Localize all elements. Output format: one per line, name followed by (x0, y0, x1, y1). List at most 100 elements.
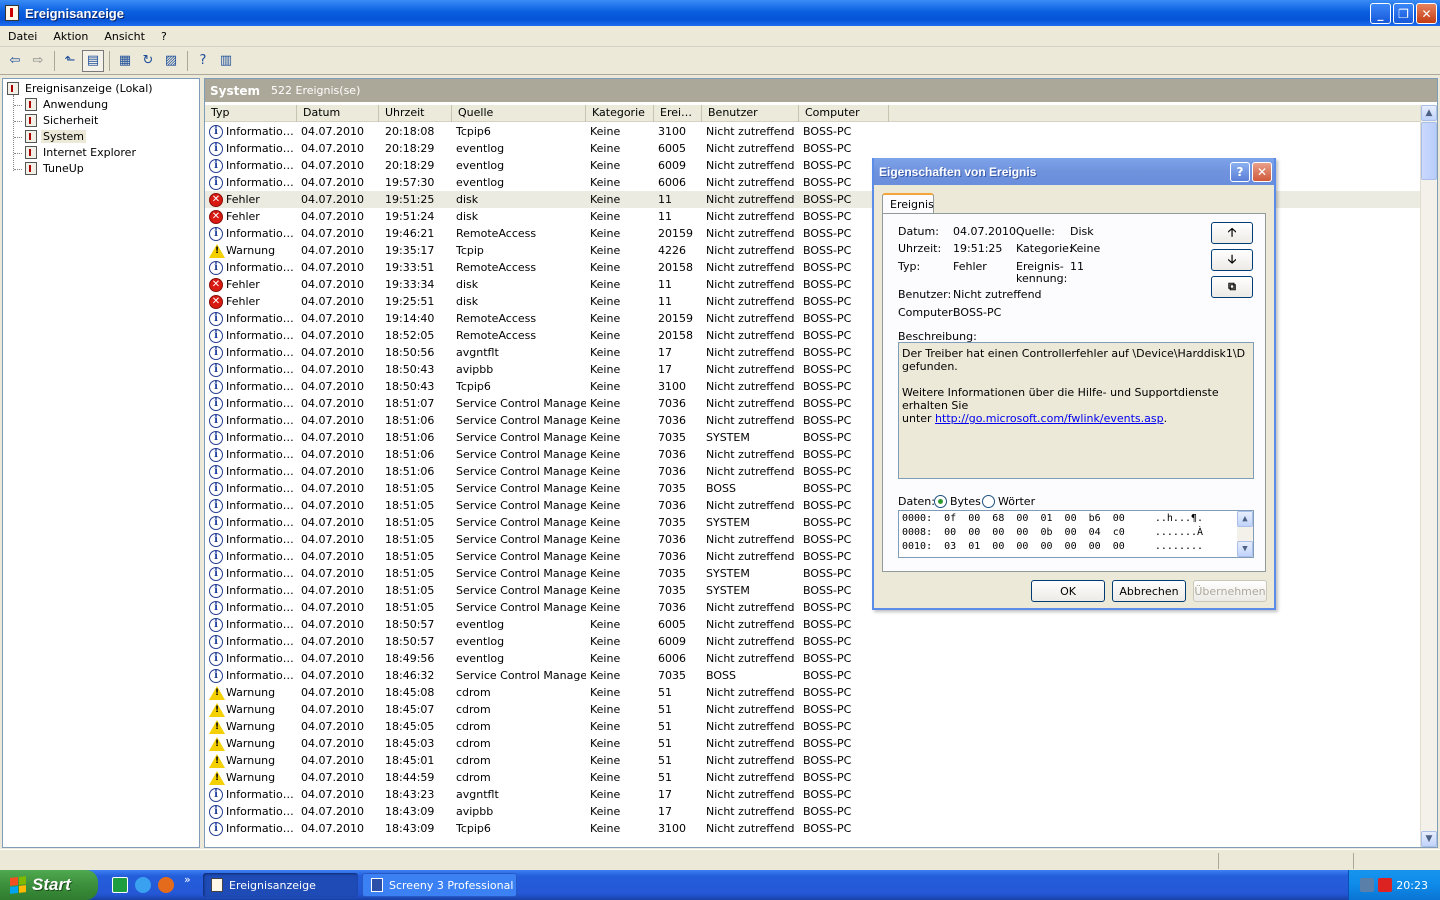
back-arrow-icon[interactable]: ⇦ (4, 50, 26, 72)
up-folder-icon[interactable]: ⬑ (59, 50, 81, 72)
table-row[interactable]: i Informatio… 04.07.2010 18:49:56 eventlog Ke… (205, 650, 1421, 667)
menu-ansicht[interactable]: Ansicht (96, 30, 153, 43)
menu-help[interactable]: ? (153, 30, 175, 43)
info-icon: i (209, 141, 223, 156)
hex-scrollbar[interactable]: ▲ ▼ (1237, 511, 1253, 557)
maximize-button[interactable]: ❐ (1393, 3, 1414, 24)
help-icon[interactable]: ? (192, 50, 214, 72)
table-row[interactable]: Warnung 04.07.2010 18:45:05 cdrom Keine 51 Nic… (205, 718, 1421, 735)
start-button[interactable]: Start (0, 870, 98, 900)
table-row[interactable]: i Informatio… 04.07.2010 18:50:57 eventlog Ke… (205, 633, 1421, 650)
cell-computer: BOSS-PC (803, 822, 852, 835)
tree-item-internet-explorer[interactable]: Internet Explorer (25, 144, 138, 160)
cell-datum: 04.07.2010 (301, 737, 364, 750)
column-header-benutzer[interactable]: Benutzer (702, 105, 799, 122)
quicklaunch-overflow-icon[interactable]: » (184, 873, 191, 886)
scrollbar-thumb[interactable] (1421, 122, 1437, 180)
tree-item-system[interactable]: System (25, 128, 87, 144)
menu-datei[interactable]: Datei (0, 30, 45, 43)
cell-uhrzeit: 18:45:01 (385, 754, 435, 767)
copy-event-button[interactable]: ⧉ (1211, 276, 1253, 298)
cell-typ: i Informatio… (205, 821, 297, 836)
data-hex-box[interactable]: 0000: 0f 00 68 00 01 00 b6 00 ..h...¶. 0… (898, 510, 1254, 558)
console-tree-toggle-icon[interactable]: ▤ (82, 49, 104, 72)
scroll-up-icon[interactable]: ▲ (1237, 511, 1253, 527)
cell-typ-label: Informatio… (226, 465, 294, 478)
table-row[interactable]: Warnung 04.07.2010 18:45:01 cdrom Keine 51 Nic… (205, 752, 1421, 769)
next-event-button[interactable]: 🡣 (1211, 249, 1253, 271)
quicklaunch-browser-icon[interactable] (135, 877, 151, 893)
tree-item-sicherheit[interactable]: Sicherheit (25, 112, 100, 128)
export-list-icon[interactable]: ▨ (160, 50, 182, 72)
tab-ereignis[interactable]: Ereignis (882, 193, 934, 214)
column-header-typ[interactable]: Typ (205, 105, 297, 122)
tree-item-label: Anwendung (43, 97, 109, 111)
radio-woerter[interactable] (982, 495, 995, 508)
cell-benutzer: Nicht zutreffend (706, 414, 795, 427)
ok-button[interactable]: OK (1031, 580, 1105, 602)
table-row[interactable]: i Informatio… 04.07.2010 20:18:08 Tcpip6 Kein… (205, 123, 1421, 140)
table-row[interactable]: i Informatio… 04.07.2010 18:43:09 avipbb Kein… (205, 803, 1421, 820)
table-row[interactable]: Warnung 04.07.2010 18:45:07 cdrom Keine 51 Nic… (205, 701, 1421, 718)
cell-typ: i Informatio… (205, 447, 297, 462)
column-header-computer[interactable]: Computer (799, 105, 889, 122)
previous-event-button[interactable]: 🡡 (1211, 222, 1253, 244)
radio-bytes[interactable] (934, 495, 947, 508)
dialog-help-button[interactable]: ? (1230, 161, 1250, 182)
dialog-close-button[interactable]: ✕ (1252, 161, 1272, 182)
table-row[interactable]: Warnung 04.07.2010 18:45:08 cdrom Keine 51 Nic… (205, 684, 1421, 701)
vertical-scrollbar[interactable]: ▲ ▼ (1420, 105, 1437, 847)
table-row[interactable]: i Informatio… 04.07.2010 18:46:32 Service Co… (205, 667, 1421, 684)
taskbar-button-screeny[interactable]: Screeny 3 Professional (362, 873, 517, 897)
column-header-ereignis[interactable]: Erei… (654, 105, 702, 122)
column-header-quelle[interactable]: Quelle (452, 105, 586, 122)
panel-header: System 522 Ereignis(se) (205, 79, 1437, 102)
cell-benutzer: Nicht zutreffend (706, 295, 795, 308)
table-row[interactable]: i Informatio… 04.07.2010 20:18:29 eventlog Ke… (205, 140, 1421, 157)
table-row[interactable]: Warnung 04.07.2010 18:45:03 cdrom Keine 51 Nic… (205, 735, 1421, 752)
forward-arrow-icon[interactable]: ⇨ (27, 50, 49, 72)
scroll-down-icon[interactable]: ▼ (1421, 831, 1437, 847)
quicklaunch-app-icon[interactable] (112, 877, 128, 893)
column-header-datum[interactable]: Datum (297, 105, 379, 122)
scroll-down-icon[interactable]: ▼ (1237, 541, 1253, 557)
properties-icon[interactable]: ▦ (114, 50, 136, 72)
table-row[interactable]: Warnung 04.07.2010 18:44:59 cdrom Keine 51 Nic… (205, 769, 1421, 786)
minimize-button[interactable]: _ (1370, 3, 1391, 24)
event-properties-dialog: Eigenschaften von Ereignis ? ✕ Ereignis … (872, 158, 1276, 610)
cell-uhrzeit: 20:18:29 (385, 159, 435, 172)
column-header-kategorie[interactable]: Kategorie (586, 105, 654, 122)
tree-item-anwendung[interactable]: Anwendung (25, 96, 110, 112)
table-row[interactable]: i Informatio… 04.07.2010 18:43:23 avgntflt Ke… (205, 786, 1421, 803)
cell-datum: 04.07.2010 (301, 686, 364, 699)
cell-quelle: Service Control Manager (456, 550, 586, 563)
cell-quelle: cdrom (456, 754, 491, 767)
tray-antivirus-icon[interactable] (1378, 878, 1393, 892)
tree-root[interactable]: Ereignisanzeige (Lokal) (7, 80, 155, 96)
table-row[interactable]: i Informatio… 04.07.2010 18:43:09 Tcpip6 Kein… (205, 820, 1421, 837)
cell-uhrzeit: 19:25:51 (385, 295, 435, 308)
cell-typ-label: Warnung (226, 720, 276, 733)
column-header-uhrzeit[interactable]: Uhrzeit (379, 105, 452, 122)
tray-network-icon[interactable] (1360, 878, 1375, 892)
cell-uhrzeit: 19:51:24 (385, 210, 435, 223)
close-button[interactable]: ✕ (1416, 3, 1437, 24)
table-row[interactable]: i Informatio… 04.07.2010 18:50:57 eventlog Ke… (205, 616, 1421, 633)
refresh-icon[interactable]: ↻ (137, 50, 159, 72)
taskbar-button-ereignisanzeige[interactable]: Ereignisanzeige (203, 873, 358, 897)
computer-icon (7, 81, 19, 95)
apply-button[interactable]: Übernehmen (1193, 580, 1267, 602)
show-hide-action-pane-icon[interactable]: ▥ (215, 50, 237, 72)
quicklaunch-mail-icon[interactable] (158, 877, 174, 893)
cell-datum: 04.07.2010 (301, 380, 364, 393)
scroll-up-icon[interactable]: ▲ (1421, 105, 1437, 121)
microsoft-events-link[interactable]: http://go.microsoft.com/fwlink/events.as… (935, 412, 1164, 425)
cell-typ-label: Informatio… (226, 346, 294, 359)
description-textbox[interactable]: Der Treiber hat einen Controllerfehler a… (898, 342, 1254, 479)
cell-quelle: Service Control Manager (456, 669, 586, 682)
cancel-button[interactable]: Abbrechen (1112, 580, 1186, 602)
tree-item-tuneup[interactable]: TuneUp (25, 160, 86, 176)
tree-connector (14, 169, 22, 170)
menu-aktion[interactable]: Aktion (45, 30, 96, 43)
info-icon: i (209, 787, 223, 802)
